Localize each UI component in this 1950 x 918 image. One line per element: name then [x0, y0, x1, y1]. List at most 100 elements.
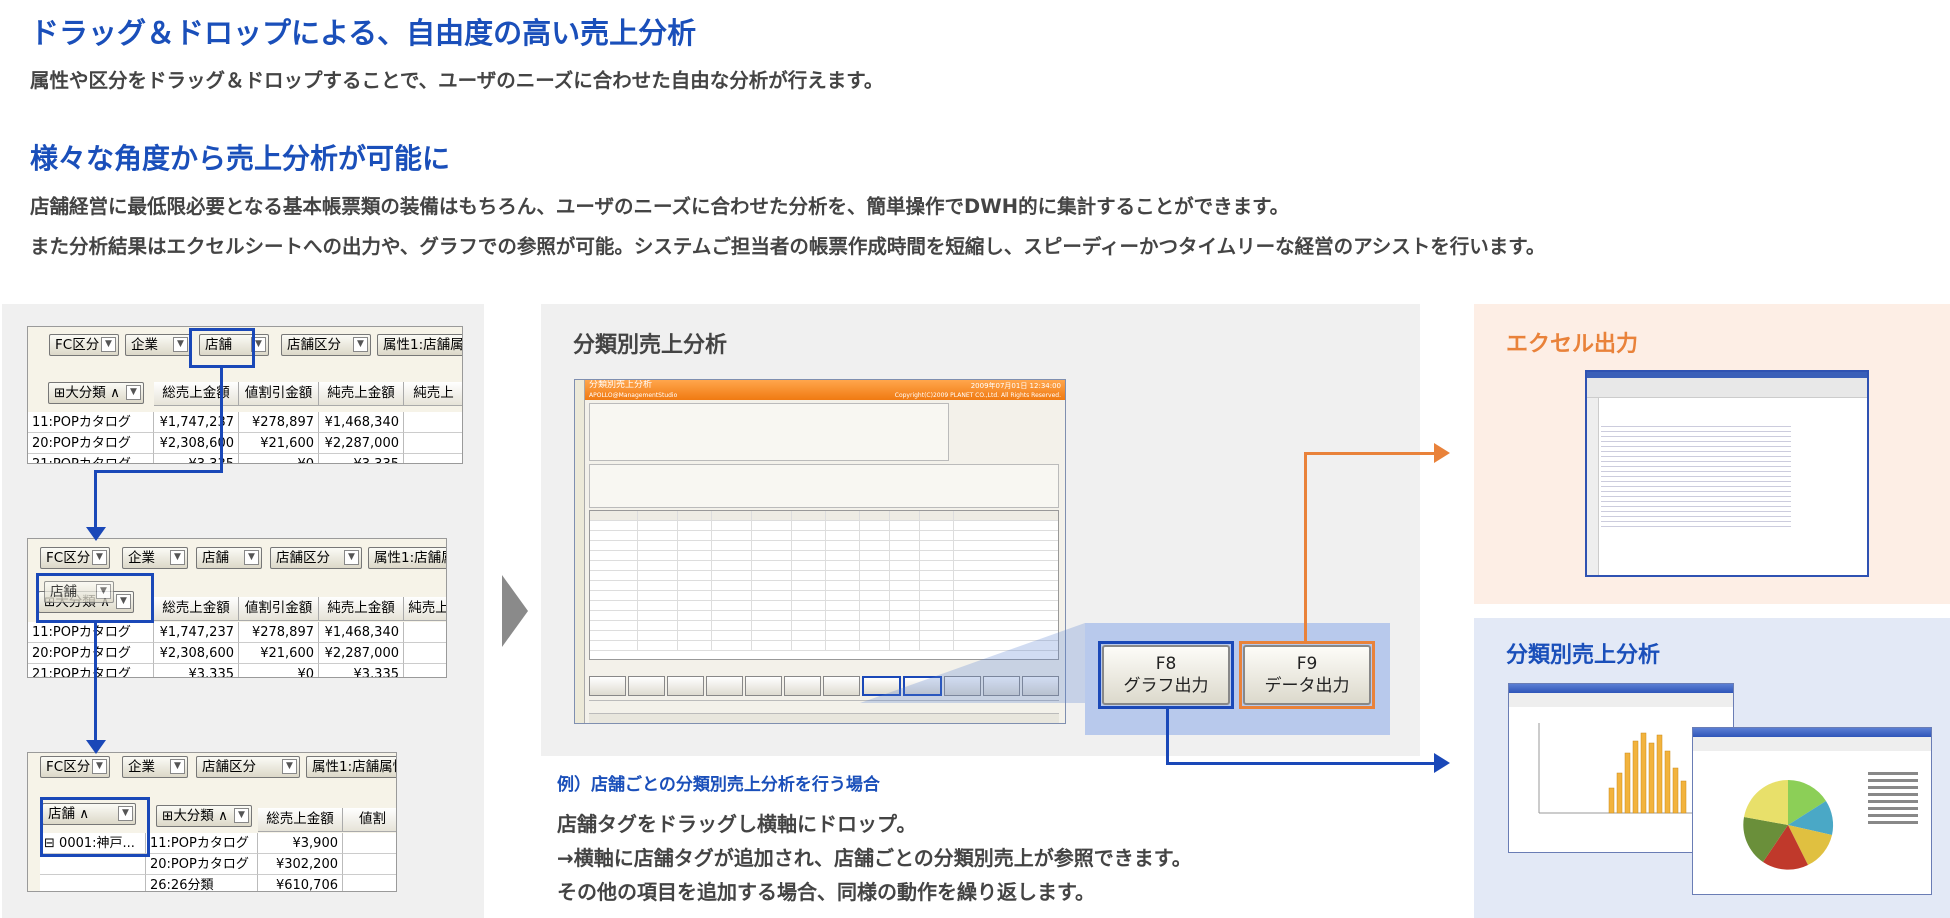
chip-fc[interactable]: FC区分 ▼	[49, 334, 119, 356]
excel-row-headers	[1587, 398, 1599, 575]
chip-attr1[interactable]: 属性1:店舗属性タイ	[306, 756, 396, 778]
highlight-store-chip	[189, 328, 255, 368]
center-title: 分類別売上分析	[573, 333, 728, 358]
table-row: 20:POPカタログ ¥2,308,600 ¥21,600 ¥2,287,000	[28, 433, 462, 454]
chip-fc[interactable]: FC区分 ▼	[40, 756, 110, 778]
chip-company[interactable]: 企業 ▼	[122, 547, 188, 569]
heading-angles: 様々な角度から売上分析が可能に	[30, 142, 451, 175]
chip-category[interactable]: ⊞大分類 ∧▼	[156, 805, 252, 827]
table-row: 11:POPカタログ ¥1,747,237 ¥278,897 ¥1,468,340	[28, 622, 446, 643]
chip-company[interactable]: 企業 ▼	[122, 756, 188, 778]
header-cell: 総売上金額	[154, 382, 239, 406]
desc-line-2: →横軸に店舗タグが追加され、店舗ごとの分類別売上が参照できます。	[557, 846, 1192, 870]
header-cell: 純売上金額	[319, 382, 404, 406]
connector	[220, 368, 223, 472]
chevron-down-icon[interactable]: ▼	[92, 759, 107, 774]
body-text-1: 店舗経営に最低限必要となる基本帳票類の装備はもちろん、ユーザのニーズに合わせた分…	[30, 195, 1290, 218]
options-area	[589, 464, 1059, 508]
app-copyright: Copyright(C)2009 PLANET CO.,Ltd. All Rig…	[894, 392, 1061, 399]
excel-toolbar	[1587, 378, 1867, 398]
chevron-down-icon[interactable]: ▼	[101, 337, 116, 352]
app-subtitle: APOLLO@ManagementStudio	[589, 392, 678, 399]
header-cell: 純売上	[404, 597, 446, 621]
header-cell: 総売上金額	[258, 808, 343, 832]
app-titlebar: 分類別売上分析 APOLLO@ManagementStudio 2009年07月…	[585, 380, 1065, 400]
fkey-button[interactable]	[667, 676, 704, 696]
table-row: 21:POPカタログ¥3,335¥0¥3,335	[28, 454, 462, 463]
chevron-down-icon[interactable]: ▼	[244, 550, 259, 565]
excel-title: エクセル出力	[1506, 332, 1639, 357]
expand-icon: ⊞	[54, 385, 66, 401]
connector	[1166, 709, 1169, 765]
desc-line-1: 店舗タグをドラッグし横軸にドロップ。	[557, 812, 917, 836]
arrow-down-icon	[86, 527, 106, 541]
thumb-legend	[1868, 772, 1918, 824]
header-cell: 純売上	[404, 382, 462, 406]
thumb-pie	[1743, 780, 1834, 870]
chevron-down-icon[interactable]: ▼	[353, 337, 368, 352]
connector	[95, 470, 223, 473]
fkey-button[interactable]	[823, 676, 860, 696]
pie-chart-thumbnail	[1693, 737, 1931, 870]
highlight-data-btn	[1239, 641, 1375, 709]
table-row: 11:POPカタログ ¥1,747,237 ¥278,897 ¥1,468,340	[28, 412, 462, 433]
heading-dragdrop: ドラッグ＆ドロップによる、自由度の高い売上分析	[30, 16, 697, 50]
chevron-down-icon[interactable]: ▼	[234, 808, 249, 823]
header-cell: 値割	[343, 808, 396, 832]
app-title: 分類別売上分析	[589, 380, 653, 390]
desc-line-3: その他の項目を追加する場合、同様の動作を繰り返します。	[557, 880, 1095, 904]
highlight-graph-btn	[1098, 641, 1234, 709]
table-row: 21:POPカタログ¥3,335¥0¥3,335	[28, 664, 446, 677]
arrow-right-icon	[1434, 443, 1450, 463]
thumb-bars	[1608, 732, 1687, 814]
intro-text: 属性や区分をドラッグ＆ドロップすることで、ユーザのニーズに合わせた自由な分析が行…	[30, 69, 884, 92]
chevron-down-icon[interactable]: ▼	[173, 337, 188, 352]
connector	[94, 470, 97, 532]
chevron-down-icon[interactable]: ▼	[126, 385, 141, 400]
window-titlebar	[1509, 684, 1733, 693]
chevron-down-icon[interactable]: ▼	[344, 550, 359, 565]
status-bar	[589, 713, 1059, 723]
arrow-right-icon	[1434, 753, 1450, 773]
chevron-down-icon[interactable]: ▼	[92, 550, 107, 565]
chip-store-type[interactable]: 店舗区分 ▼	[281, 334, 371, 356]
chip-store-type[interactable]: 店舗区分 ▼	[196, 756, 300, 778]
graph-title: 分類別売上分析	[1506, 643, 1661, 668]
header-cell: 純売上金額	[319, 597, 404, 621]
expand-icon: ⊞	[162, 808, 174, 824]
fkey-button[interactable]	[706, 676, 743, 696]
chip-store-type[interactable]: 店舗区分 ▼	[270, 547, 362, 569]
chip-fc[interactable]: FC区分 ▼	[40, 547, 110, 569]
example-label: 例）店舗ごとの分類別売上分析を行う場合	[557, 775, 880, 795]
grid-header: 総売上金額 値割引金額 純売上金額 純売上	[154, 382, 462, 406]
table-row: 26:26分類 ¥610,706	[40, 875, 396, 891]
chip-attr1[interactable]: 属性1:店舗属性タイ	[377, 334, 462, 356]
window-toolbar	[1509, 693, 1733, 707]
chevron-down-icon[interactable]: ▼	[170, 759, 185, 774]
connector	[1304, 452, 1307, 642]
table-row: 20:POPカタログ ¥2,308,600 ¥21,600 ¥2,287,000	[28, 643, 446, 664]
connector	[1166, 762, 1438, 765]
chevron-right-icon	[502, 575, 528, 647]
fkey-button[interactable]	[589, 676, 626, 696]
excel-sheet-data	[1601, 422, 1791, 527]
chip-attr1[interactable]: 属性1:店舗属性タ	[368, 547, 446, 569]
highlight-drop	[40, 797, 150, 857]
window-toolbar	[1693, 737, 1931, 751]
header-cell: 総売上金額	[154, 597, 239, 621]
chevron-down-icon[interactable]: ▼	[282, 759, 297, 774]
filter-area	[589, 403, 949, 461]
app-date: 2009年07月01日 12:34:00	[970, 382, 1061, 390]
header-cell: 値割引金額	[239, 382, 319, 406]
fkey-button[interactable]	[784, 676, 821, 696]
fkey-button[interactable]	[628, 676, 665, 696]
table-row: 20:POPカタログ ¥302,200	[40, 854, 396, 875]
chip-company[interactable]: 企業 ▼	[125, 334, 191, 356]
chip-category[interactable]: ⊞大分類 ∧▼	[48, 382, 144, 404]
fkey-button[interactable]	[745, 676, 782, 696]
chevron-down-icon[interactable]: ▼	[170, 550, 185, 565]
chip-store[interactable]: 店舗 ▼	[196, 547, 262, 569]
result-table	[589, 510, 1059, 660]
excel-screenshot	[1585, 370, 1869, 577]
pie-chart-window	[1692, 727, 1932, 895]
